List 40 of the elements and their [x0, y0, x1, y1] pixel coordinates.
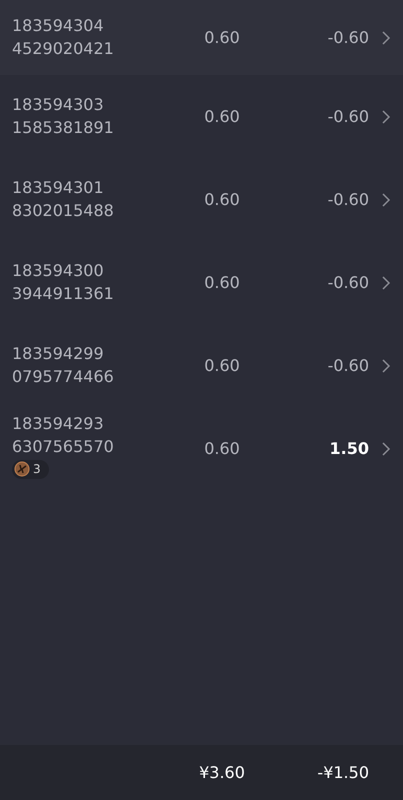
bet-id: 8302015488 [12, 200, 115, 222]
stake-amount: 0.60 [203, 26, 241, 48]
stake-amount: 0.60 [203, 354, 241, 376]
bet-row[interactable]: 183594304 4529020421 0.60 -0.60 [0, 0, 403, 75]
bet-row[interactable]: 183594300 3944911361 0.60 -0.60 [0, 241, 403, 324]
chevron-icon [381, 110, 391, 124]
stake-amount: 0.60 [203, 106, 241, 128]
total-stake: ¥3.60 [198, 762, 246, 784]
bet-id: 3944911361 [12, 282, 115, 304]
chevron-icon [381, 192, 391, 206]
result-amount: 1.50 [328, 438, 369, 460]
bet-row[interactable]: 183594293 6307565570 3 0.60 1.50 [0, 407, 403, 490]
chevron-icon [381, 30, 391, 44]
bet-row[interactable]: 183594301 8302015488 0.60 -0.60 [0, 158, 403, 241]
result-amount: -0.60 [326, 272, 369, 294]
bet-id: 183594293 [12, 413, 105, 436]
bet-id: 183594303 [12, 94, 105, 116]
bet-id: 183594300 [12, 260, 105, 282]
bet-id: 0795774466 [12, 366, 115, 388]
chevron-icon [381, 276, 391, 290]
bet-id: 4529020421 [12, 38, 115, 60]
ball-icon [14, 461, 30, 478]
bet-id: 183594304 [12, 15, 105, 38]
result-amount: -0.60 [326, 26, 369, 48]
chevron-icon [381, 442, 391, 456]
result-amount: -0.60 [326, 106, 369, 128]
combo-badge: 3 [12, 460, 49, 479]
bet-id: 183594299 [12, 343, 105, 366]
chevron-icon [381, 358, 391, 372]
bet-row[interactable]: 183594299 0795774466 0.60 -0.60 [0, 324, 403, 407]
bet-id: 1585381891 [12, 116, 115, 138]
stake-amount: 0.60 [203, 188, 241, 210]
bet-id: 183594301 [12, 177, 105, 200]
result-amount: -0.60 [326, 188, 369, 210]
stake-amount: 0.60 [203, 438, 241, 460]
total-result: -¥1.50 [316, 762, 370, 784]
bet-id: 6307565570 [12, 436, 115, 458]
bet-row[interactable]: 183594303 1585381891 0.60 -0.60 [0, 75, 403, 158]
stake-amount: 0.60 [203, 272, 241, 294]
result-amount: -0.60 [326, 354, 369, 376]
